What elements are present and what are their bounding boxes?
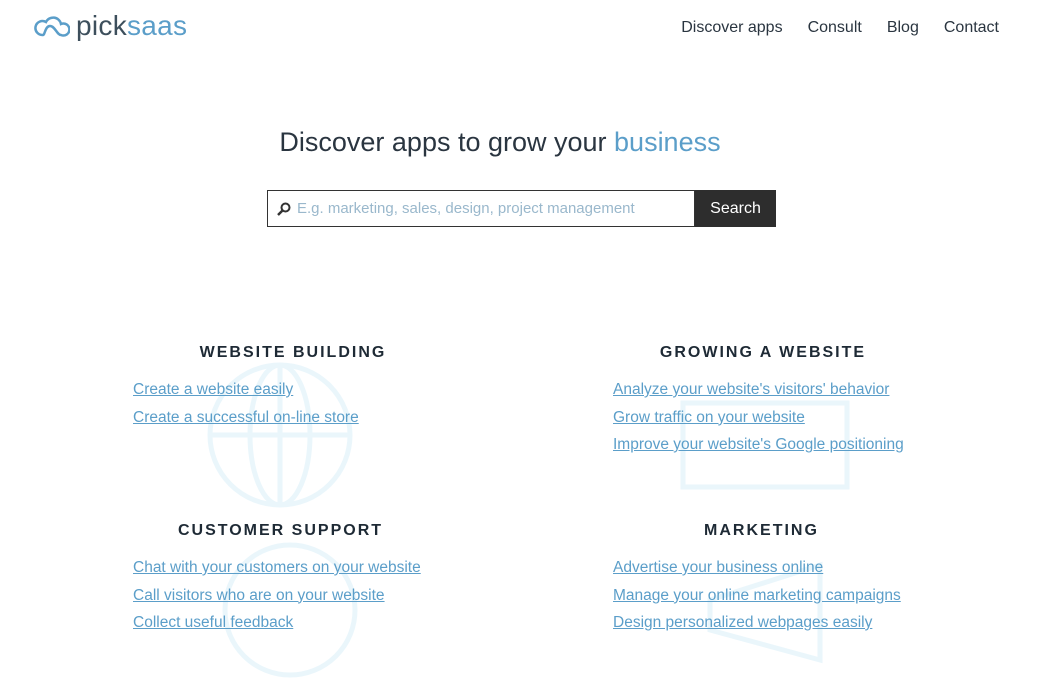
section-title: MARKETING xyxy=(704,522,819,539)
link-manage-campaigns[interactable]: Manage your online marketing campaigns xyxy=(613,582,910,610)
nav-contact[interactable]: Contact xyxy=(944,19,999,37)
hero-title-accent: business xyxy=(614,127,721,157)
logo[interactable]: picksaas xyxy=(34,10,187,42)
link-collect-feedback[interactable]: Collect useful feedback xyxy=(133,609,428,637)
link-analyze-visitors[interactable]: Analyze your website's visitors' behavio… xyxy=(613,376,913,404)
search-icon xyxy=(277,202,291,216)
link-google-positioning[interactable]: Improve your website's Google positionin… xyxy=(613,431,913,459)
logo-text-pick: pick xyxy=(76,10,127,41)
search-bar: E.g. marketing, sales, design, project m… xyxy=(267,190,776,227)
section-growing-website: GROWING A WEBSITE Analyze your website's… xyxy=(613,344,913,459)
search-button[interactable]: Search xyxy=(695,190,776,227)
cloud-icon xyxy=(34,16,70,37)
main-nav: Discover apps Consult Blog Contact xyxy=(681,19,999,37)
link-create-store[interactable]: Create a successful on-line store xyxy=(133,404,453,432)
link-advertise[interactable]: Advertise your business online xyxy=(613,554,910,582)
nav-discover-apps[interactable]: Discover apps xyxy=(681,19,782,37)
hero-title: Discover apps to grow your business xyxy=(0,127,1000,158)
link-design-webpages[interactable]: Design personalized webpages easily xyxy=(613,609,910,637)
nav-blog[interactable]: Blog xyxy=(887,19,919,37)
link-call-visitors[interactable]: Call visitors who are on your website xyxy=(133,582,428,610)
section-title: CUSTOMER SUPPORT xyxy=(177,522,384,539)
section-marketing: MARKETING Advertise your business online… xyxy=(613,522,910,637)
link-grow-traffic[interactable]: Grow traffic on your website xyxy=(613,404,913,432)
section-website-building: WEBSITE BUILDING Create a website easily… xyxy=(133,344,453,431)
section-customer-support: CUSTOMER SUPPORT Chat with your customer… xyxy=(133,522,428,637)
link-create-website[interactable]: Create a website easily xyxy=(133,376,453,404)
link-chat-customers[interactable]: Chat with your customers on your website xyxy=(133,554,428,582)
section-title: GROWING A WEBSITE xyxy=(659,344,867,361)
hero-title-text: Discover apps to grow your xyxy=(279,127,615,157)
search-input[interactable]: E.g. marketing, sales, design, project m… xyxy=(267,190,695,227)
search-placeholder: E.g. marketing, sales, design, project m… xyxy=(297,200,635,217)
nav-consult[interactable]: Consult xyxy=(808,19,862,37)
section-title: WEBSITE BUILDING xyxy=(199,344,387,361)
logo-text-saas: saas xyxy=(127,10,188,41)
